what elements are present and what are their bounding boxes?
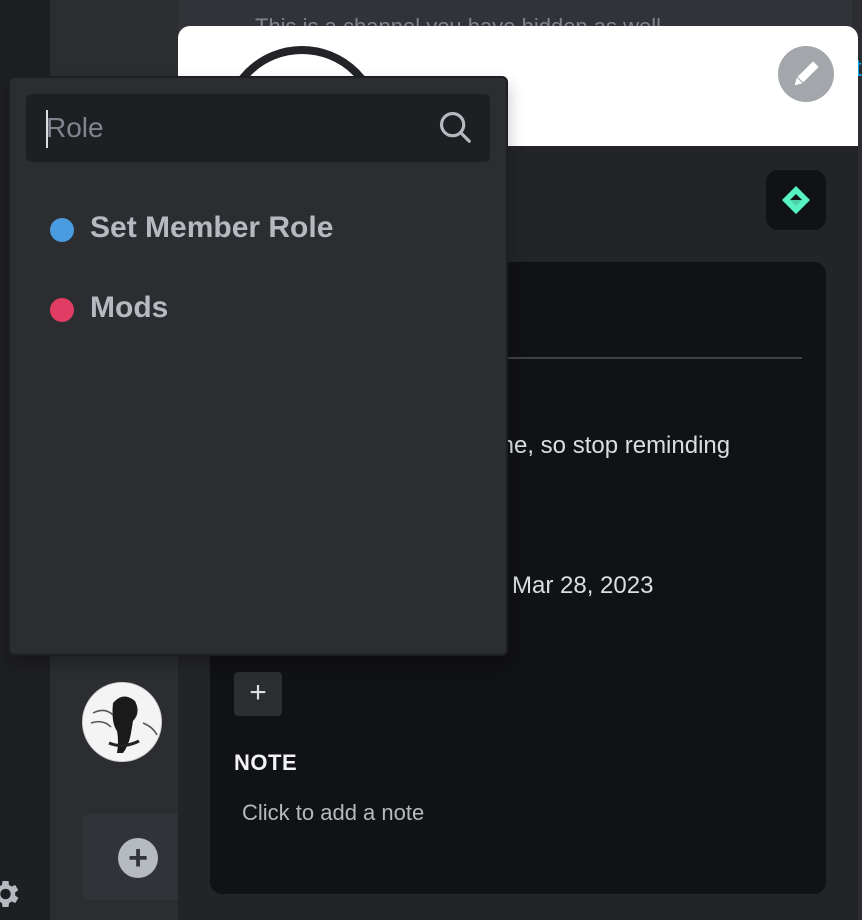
note-field[interactable]: Click to add a note — [242, 800, 424, 826]
search-icon — [439, 111, 471, 143]
gear-icon[interactable] — [0, 876, 22, 912]
role-picker-popup — [8, 76, 508, 656]
role-option-mods[interactable]: Mods — [44, 281, 484, 337]
role-color-dot — [50, 298, 74, 322]
nitro-badge[interactable] — [766, 170, 826, 230]
note-heading: NOTE — [234, 750, 298, 775]
role-option-label: Set Member Role — [90, 211, 334, 244]
role-search-input[interactable] — [46, 106, 426, 150]
text-cursor — [46, 110, 48, 148]
avatar-image — [83, 683, 161, 761]
role-color-dot — [50, 218, 74, 242]
role-option-set-member-role[interactable]: Set Member Role — [44, 201, 484, 257]
divider — [506, 357, 802, 359]
add-server-button[interactable]: + — [118, 838, 158, 878]
about-me-text: me, so stop reminding — [494, 432, 731, 459]
nitro-badge-icon — [782, 186, 810, 214]
member-since-date: Mar 28, 2023 — [512, 572, 654, 599]
edit-profile-button[interactable] — [778, 46, 834, 102]
role-option-label: Mods — [90, 291, 169, 324]
pencil-icon — [794, 61, 819, 86]
avatar[interactable] — [82, 682, 162, 762]
add-role-button[interactable]: + — [234, 672, 282, 716]
